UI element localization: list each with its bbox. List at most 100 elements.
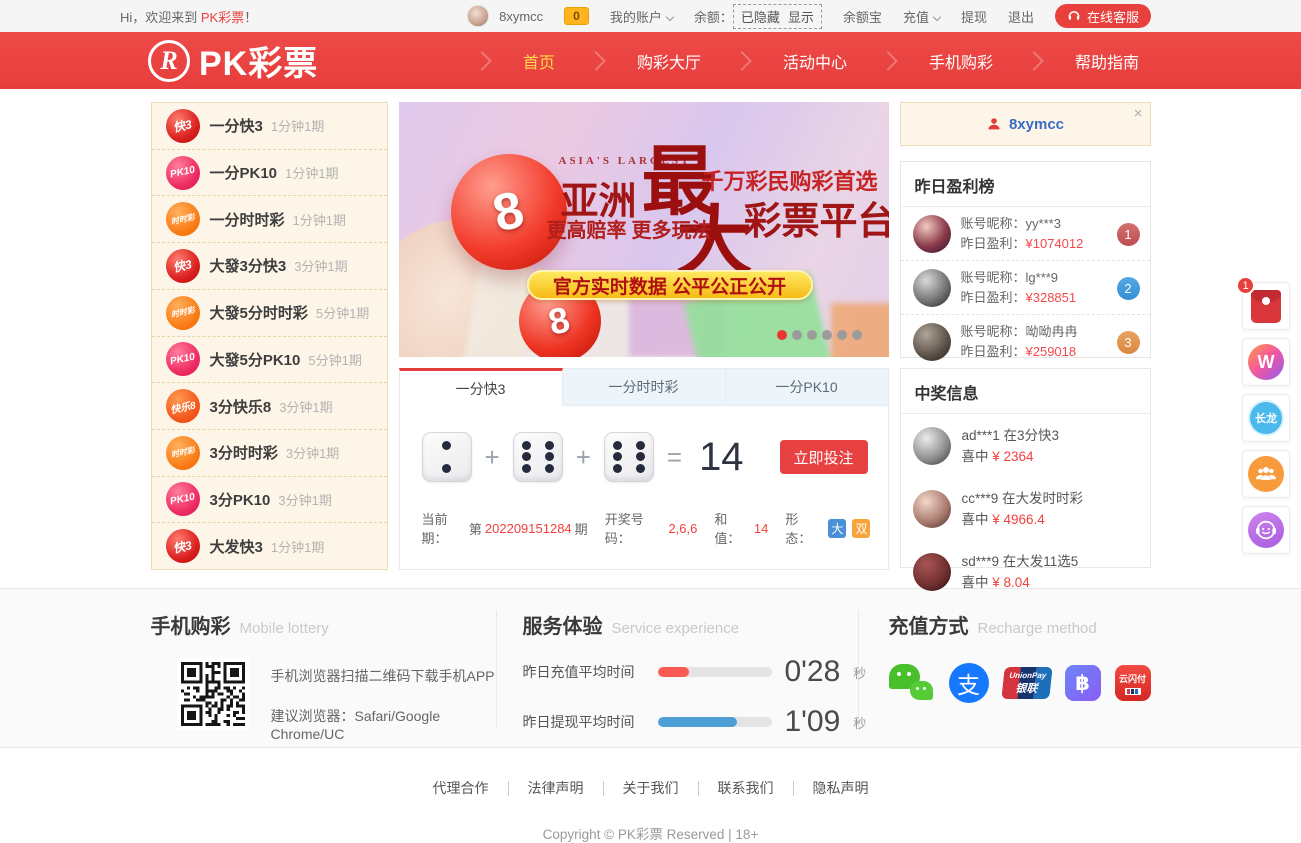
profit-row: 账号昵称：lg***9昨日盈利：¥328851 2 [901, 261, 1150, 315]
avatar [913, 490, 951, 528]
avatar [913, 553, 951, 591]
changlong-button[interactable]: 长龙 [1242, 394, 1290, 442]
carousel-dot[interactable] [837, 330, 847, 340]
lottery-name: 大發5分时时彩 [210, 302, 308, 323]
avatar [913, 427, 951, 465]
kuai3-icon: 快3 [166, 529, 200, 563]
sidebar-item-dafa5fenshishicai[interactable]: 时时彩大發5分时时彩5分钟1期 [152, 290, 387, 337]
avatar [913, 323, 951, 361]
win-row: ad***1 在3分快3喜中 ¥ 2364 [901, 414, 1150, 477]
sidebar-item-3fenkuaile8[interactable]: 快乐83分快乐83分钟1期 [152, 383, 387, 430]
footer-link-about[interactable]: 关于我们 [604, 781, 699, 796]
nav-item-lottery-hall[interactable]: 购彩大厅 [623, 49, 715, 73]
footer-link-legal[interactable]: 法律声明 [509, 781, 604, 796]
nav-item-help-guide[interactable]: 帮助指南 [1061, 49, 1153, 73]
username[interactable]: 8xymcc [499, 9, 543, 24]
bottom-info-section: 手机购彩Mobile lottery 手机浏览器扫描二维码下载手机APP 建议浏… [0, 588, 1301, 748]
recharge-menu[interactable]: 充值 [903, 7, 940, 26]
sidebar-item-3fenshishicai[interactable]: 时时彩3分时时彩3分钟1期 [152, 430, 387, 477]
online-service-button[interactable]: 在线客服 [1055, 4, 1151, 28]
customer-service-icon [1248, 512, 1284, 548]
win-amount: ¥ 8.04 [992, 575, 1030, 590]
my-account-menu[interactable]: 我的账户 [610, 7, 673, 26]
user-avatar[interactable] [467, 5, 489, 27]
site-logo[interactable]: R PK彩票 [148, 36, 318, 85]
carousel-dot[interactable] [777, 330, 787, 340]
nav-separator [586, 51, 606, 71]
online-service-label: 在线客服 [1087, 7, 1139, 26]
group-button[interactable] [1242, 450, 1290, 498]
nav-item-mobile-lottery[interactable]: 手机购彩 [915, 49, 1007, 73]
recharge-subtitle: Recharge method [978, 620, 1097, 637]
yuebao-link[interactable]: 余额宝 [843, 7, 882, 26]
avatar [913, 269, 951, 307]
carousel-dot[interactable] [792, 330, 802, 340]
customer-service-button[interactable] [1242, 506, 1290, 554]
nav-item-activity-center[interactable]: 活动中心 [769, 49, 861, 73]
shape-big-badge: 大 [828, 519, 846, 538]
banner-title-platform: 彩票平台 [744, 190, 889, 245]
balance-show-button[interactable]: 显示 [788, 7, 814, 26]
rank-badge: 2 [1117, 277, 1140, 300]
user-card-name[interactable]: 8xymcc [1009, 116, 1064, 133]
sidebar-item-dafa5fenpk10[interactable]: PK10大發5分PK105分钟1期 [152, 337, 387, 384]
win-amount: ¥ 4966.4 [992, 512, 1045, 527]
nav-separator [732, 51, 752, 71]
rank-badge: 3 [1117, 331, 1140, 354]
changlong-icon: 长龙 [1248, 400, 1284, 436]
close-icon[interactable]: × [1134, 105, 1143, 122]
lottery-period: 1分钟1期 [293, 210, 346, 229]
footer-link-privacy[interactable]: 隐私声明 [794, 781, 888, 796]
profit-row: 账号昵称：呦呦冉冉昨日盈利：¥259018 3 [901, 315, 1150, 368]
logo-text: PK彩票 [199, 36, 318, 85]
kuai3-icon: 快3 [166, 249, 200, 283]
greeting: Hi，欢迎来到 PK彩票！ [120, 7, 257, 26]
sidebar-item-yifenshishicai[interactable]: 时时彩一分时时彩1分钟1期 [152, 196, 387, 243]
profit-amount: ¥259018 [1026, 344, 1077, 359]
die-1 [422, 432, 472, 482]
service-title: 服务体验 [523, 616, 603, 638]
carousel-dot[interactable] [852, 330, 862, 340]
carousel-dot[interactable] [807, 330, 817, 340]
nav-item-home[interactable]: 首页 [509, 49, 569, 73]
footer-links: 代理合作 法律声明 关于我们 联系我们 隐私声明 [0, 748, 1301, 796]
pk10-icon: PK10 [166, 342, 200, 376]
sidebar-item-dafa3fenkuai3[interactable]: 快3大發3分快33分钟1期 [152, 243, 387, 290]
footer-link-agent[interactable]: 代理合作 [414, 781, 509, 796]
shishicai-icon: 时时彩 [166, 436, 200, 470]
promo-banner[interactable]: 8 8 ASIA'S LARGEST 亚洲 最 千万彩民购彩首选 大 彩票平台 … [399, 102, 889, 357]
lottery-name: 3分时时彩 [210, 442, 278, 463]
footer-link-contact[interactable]: 联系我们 [699, 781, 794, 796]
nickname: 呦呦冉冉 [1026, 324, 1078, 339]
tab-yifenkuai3[interactable]: 一分快3 [399, 368, 563, 406]
sidebar-item-yifenpk10[interactable]: PK10一分PK101分钟1期 [152, 150, 387, 197]
withdraw-link[interactable]: 提现 [961, 7, 987, 26]
bet-now-button[interactable]: 立即投注 [780, 440, 868, 474]
lottery-tabs: 一分快3 一分时时彩 一分PK10 [399, 368, 889, 406]
greeting-brand: PK彩票 [201, 10, 244, 25]
draw-numbers-label: 开奖号码： [605, 509, 666, 547]
banner-subline: 更高赔率 更多玩法 [547, 214, 712, 243]
nav-separator [878, 51, 898, 71]
shape-double-badge: 双 [852, 519, 870, 538]
w-app-button[interactable]: W [1242, 338, 1290, 386]
logout-link[interactable]: 退出 [1008, 7, 1034, 26]
copyright: Copyright © PK彩票 Reserved | 18+ [0, 823, 1301, 843]
lottery-period: 1分钟1期 [271, 537, 324, 556]
carousel-dot[interactable] [822, 330, 832, 340]
lottery-ball: 8 [451, 154, 567, 270]
person-icon [986, 116, 1002, 132]
nav-separator [1024, 51, 1044, 71]
sidebar-item-3fenpk10[interactable]: PK103分PK103分钟1期 [152, 477, 387, 524]
sidebar-item-yifenkuai3[interactable]: 快3一分快31分钟1期 [152, 103, 387, 150]
nav-menu: 首页 购彩大厅 活动中心 手机购彩 帮助指南 [455, 32, 1153, 89]
red-packet-icon [1251, 290, 1281, 323]
tab-yifenpk10[interactable]: 一分PK10 [726, 368, 889, 406]
unionpay-icon: UnionPay银联 [1001, 667, 1052, 699]
sidebar-item-dafakuai3[interactable]: 快3大发快31分钟1期 [152, 523, 387, 569]
red-packet-button[interactable]: 1 [1242, 282, 1290, 330]
profit-row: 账号昵称：yy***3昨日盈利：¥1074012 1 [901, 207, 1150, 261]
plus-sign: + [485, 442, 500, 473]
tab-yifenshishicai[interactable]: 一分时时彩 [563, 368, 726, 406]
message-count-badge[interactable]: 0 [564, 7, 589, 25]
